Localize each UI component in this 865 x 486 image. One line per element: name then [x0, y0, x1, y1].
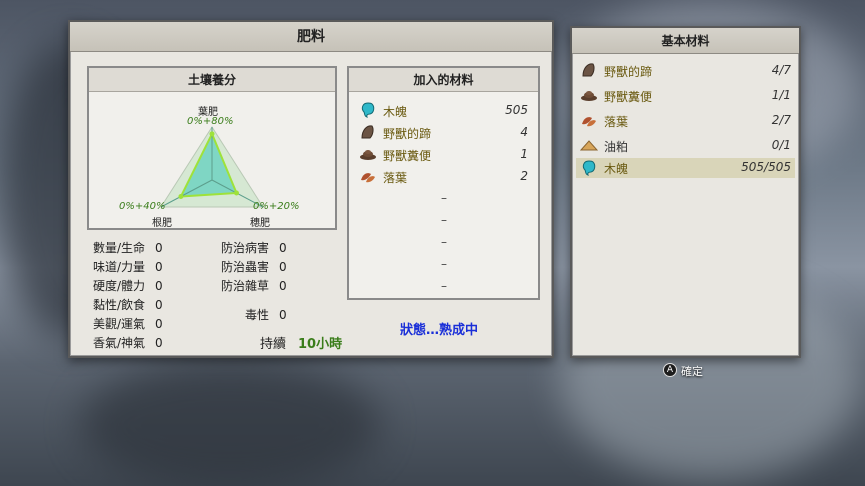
- stat-row: 美觀/運氣 0: [93, 315, 163, 332]
- stat-value: 0: [279, 279, 287, 293]
- stat-value: 0: [155, 279, 163, 293]
- radar-point-right: [234, 190, 239, 196]
- dung-icon: [360, 150, 376, 160]
- material-name: 野獸糞便: [604, 90, 653, 104]
- material-name: 油粕: [604, 140, 629, 154]
- added-materials-title: 加入的材料: [349, 68, 538, 92]
- material-name: 野獸的蹄: [383, 127, 432, 141]
- material-name: 木魄: [604, 162, 629, 176]
- added-material-item[interactable]: 落葉 2: [359, 166, 528, 188]
- blue-spirit-icon: [361, 102, 375, 118]
- basic-materials-panel: 基本材料 野獸的蹄 4/7 野獸糞便 1/1 落葉 2/7 油粕 0/1 木魄 …: [570, 26, 801, 358]
- axis-label-left: 根肥: [152, 218, 172, 229]
- stat-value: 0: [155, 317, 163, 331]
- material-qty: 1: [520, 147, 528, 161]
- axis-value-top: 0%+80%: [187, 116, 234, 127]
- duration-label: 持續: [260, 337, 287, 352]
- empty-slot: –: [441, 213, 447, 227]
- empty-slot: –: [441, 191, 447, 205]
- added-material-item[interactable]: 野獸的蹄 4: [359, 122, 528, 144]
- radar-point-top: [209, 131, 215, 137]
- a-button-icon: A: [663, 363, 677, 377]
- soil-nutrient-title: 土壤養分: [89, 68, 335, 92]
- axis-label-right: 穗肥: [250, 218, 270, 229]
- stat-row: 硬度/體力 0: [93, 277, 163, 294]
- toxicity-row: 毒性 0: [245, 306, 287, 323]
- empty-slot: –: [441, 257, 447, 271]
- status-text: 狀態…熟成中: [400, 323, 479, 338]
- stat-label: 美觀/運氣: [93, 317, 146, 331]
- stat-value: 0: [155, 241, 163, 255]
- axis-value-right: 0%+20%: [253, 201, 300, 212]
- stat-row: 防治蟲害 0: [221, 258, 287, 275]
- stat-label: 數量/生命: [93, 241, 146, 255]
- material-qty: 2: [520, 169, 528, 183]
- hoof-icon: [582, 63, 595, 77]
- material-qty: 505/505: [741, 160, 791, 174]
- stat-row: 數量/生命 0: [93, 239, 163, 256]
- panel-title: 肥料: [70, 22, 552, 52]
- basic-material-item-selected[interactable]: 木魄 505/505: [576, 158, 795, 178]
- radar-point-left: [178, 194, 184, 199]
- stat-label: 香氣/神氣: [93, 336, 146, 350]
- stat-label: 防治雜草: [221, 279, 270, 293]
- side-panel-title: 基本材料: [572, 28, 799, 54]
- stat-value: 0: [155, 260, 163, 274]
- material-qty: 2/7: [771, 113, 791, 127]
- stat-label: 防治病害: [221, 241, 270, 255]
- material-name: 野獸的蹄: [604, 65, 653, 79]
- material-name: 木魄: [383, 105, 408, 119]
- hoof-icon: [361, 125, 374, 139]
- stat-value: 0: [279, 260, 287, 274]
- added-materials-box: 加入的材料 木魄 505 野獸的蹄 4 野獸糞便 1 落葉 2 – – – – …: [347, 66, 540, 300]
- leaves-icon: [361, 173, 375, 183]
- basic-material-item[interactable]: 野獸糞便 1/1: [580, 85, 791, 107]
- basic-material-item[interactable]: 油粕 0/1: [580, 135, 791, 157]
- toxicity-label: 毒性: [245, 308, 270, 322]
- soil-nutrient-box: 土壤養分 葉肥 0%+80% 0%+40% 根肥 0%+20% 穗肥: [87, 66, 337, 230]
- stat-label: 防治蟲害: [221, 260, 270, 274]
- basic-material-item[interactable]: 野獸的蹄 4/7: [580, 60, 791, 82]
- material-name: 野獸糞便: [383, 149, 432, 163]
- confirm-label: 確定: [681, 365, 703, 378]
- basic-material-item[interactable]: 落葉 2/7: [580, 110, 791, 132]
- material-name: 落葉: [604, 115, 629, 129]
- empty-slot: –: [441, 279, 447, 293]
- material-name: 落葉: [383, 171, 408, 185]
- fertilizer-panel: 肥料 土壤養分 葉肥 0%+80% 0%+40% 根肥 0%+20% 穗肥 數量…: [68, 20, 554, 358]
- stat-row: 防治病害 0: [221, 239, 287, 256]
- material-qty: 505: [505, 103, 528, 117]
- empty-slot: –: [441, 235, 447, 249]
- stat-value: 0: [155, 336, 163, 350]
- toxicity-value: 0: [279, 308, 287, 322]
- stat-value: 0: [279, 241, 287, 255]
- material-qty: 4/7: [771, 63, 791, 77]
- background-dark-floor: [80, 360, 380, 486]
- stat-row: 防治雜草 0: [221, 277, 287, 294]
- material-qty: 0/1: [771, 138, 791, 152]
- stat-row: 香氣/神氣 0: [93, 334, 163, 351]
- axis-value-left: 0%+40%: [119, 201, 166, 212]
- stat-label: 味道/力量: [93, 260, 146, 274]
- added-material-item[interactable]: 野獸糞便 1: [359, 144, 528, 166]
- stat-value: 0: [155, 298, 163, 312]
- stat-label: 黏性/飲食: [93, 298, 146, 312]
- duration-value: 10小時: [298, 337, 343, 352]
- material-qty: 4: [520, 125, 528, 139]
- leaves-icon: [582, 117, 596, 127]
- added-material-item[interactable]: 木魄 505: [359, 100, 528, 122]
- material-qty: 1/1: [771, 88, 791, 102]
- duration-row: 持續 10小時: [260, 333, 342, 352]
- blue-spirit-icon: [582, 160, 596, 176]
- stat-row: 味道/力量 0: [93, 258, 163, 275]
- stat-row: 黏性/飲食 0: [93, 296, 163, 313]
- stat-label: 硬度/體力: [93, 279, 146, 293]
- dung-icon: [581, 91, 597, 101]
- oil-cake-icon: [580, 140, 598, 151]
